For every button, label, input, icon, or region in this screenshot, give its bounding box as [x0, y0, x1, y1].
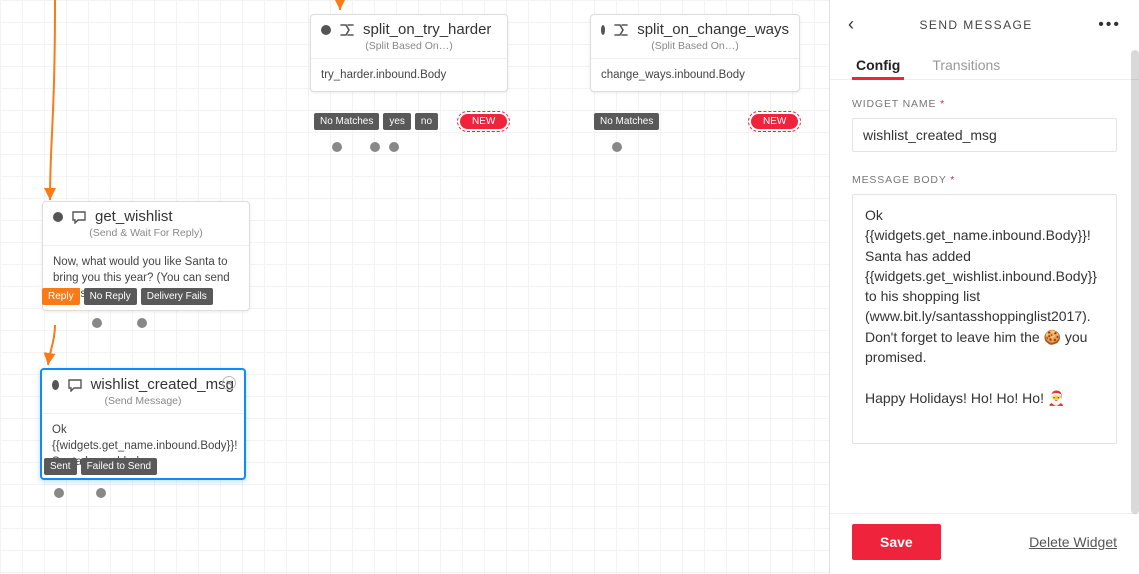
chat-icon: [67, 377, 83, 392]
node-port-dot: [321, 25, 331, 35]
chip-new[interactable]: NEW: [751, 114, 798, 129]
message-body-label: MESSAGE BODY *: [852, 174, 1117, 186]
node-title: split_on_try_harder: [363, 21, 491, 38]
port[interactable]: [137, 318, 147, 328]
node-body: try_harder.inbound.Body: [311, 58, 507, 91]
chip-no-matches[interactable]: No Matches: [594, 113, 659, 130]
port[interactable]: [96, 488, 106, 498]
chip-new[interactable]: NEW: [460, 114, 507, 129]
node-subtitle: (Send & Wait For Reply): [43, 227, 249, 245]
chip-no-matches[interactable]: No Matches: [314, 113, 379, 130]
port[interactable]: [332, 142, 342, 152]
flow-canvas[interactable]: split_on_try_harder (Split Based On…) tr…: [0, 0, 829, 574]
chip-yes[interactable]: yes: [383, 113, 411, 130]
chip-new-container[interactable]: NEW: [457, 111, 510, 132]
more-menu-icon[interactable]: •••: [1098, 16, 1121, 34]
port[interactable]: [389, 142, 399, 152]
widget-name-label-text: WIDGET NAME: [852, 98, 936, 110]
message-body-input[interactable]: Ok {{widgets.get_name.inbound.Body}}! Sa…: [852, 194, 1117, 444]
node-subtitle: (Split Based On…): [591, 40, 799, 58]
port[interactable]: [54, 488, 64, 498]
node-body: change_ways.inbound.Body: [591, 58, 799, 91]
chat-icon: [71, 209, 87, 224]
node-title: get_wishlist: [95, 208, 173, 225]
scrollbar[interactable]: [1131, 50, 1139, 514]
node-port-dot: [53, 212, 63, 222]
message-body-label-text: MESSAGE BODY: [852, 174, 947, 186]
node-title: split_on_change_ways: [637, 21, 789, 38]
branch-icon: [339, 22, 355, 37]
node-port-dot: [52, 380, 59, 390]
config-scroll-area[interactable]: WIDGET NAME * MESSAGE BODY * Ok {{widget…: [830, 80, 1139, 513]
node-title: wishlist_created_msg: [91, 376, 234, 393]
chip-new-container[interactable]: NEW: [748, 111, 801, 132]
branch-icon: [613, 22, 629, 37]
chip-failed-to-send[interactable]: Failed to Send: [81, 458, 158, 475]
port[interactable]: [370, 142, 380, 152]
widget-name-label: WIDGET NAME *: [852, 98, 1117, 110]
port[interactable]: [612, 142, 622, 152]
node-split-on-try-harder[interactable]: split_on_try_harder (Split Based On…) tr…: [310, 14, 508, 92]
back-button[interactable]: ‹: [848, 14, 854, 35]
tab-transitions[interactable]: Transitions: [928, 51, 1004, 79]
config-panel: ‹ SEND MESSAGE ••• Config Transitions WI…: [829, 0, 1139, 574]
node-subtitle: (Split Based On…): [311, 40, 507, 58]
close-icon[interactable]: ×: [222, 376, 236, 390]
chip-delivery-fails[interactable]: Delivery Fails: [141, 288, 213, 305]
chip-no-reply[interactable]: No Reply: [84, 288, 137, 305]
chip-sent[interactable]: Sent: [44, 458, 77, 475]
tab-config[interactable]: Config: [852, 51, 904, 79]
chip-reply[interactable]: Reply: [42, 288, 80, 305]
node-subtitle: (Send Message): [42, 395, 244, 413]
panel-title: SEND MESSAGE: [919, 18, 1032, 32]
chip-no[interactable]: no: [415, 113, 438, 130]
node-split-on-change-ways[interactable]: split_on_change_ways (Split Based On…) c…: [590, 14, 800, 92]
port[interactable]: [92, 318, 102, 328]
delete-widget-link[interactable]: Delete Widget: [1029, 534, 1117, 550]
widget-name-input[interactable]: [852, 118, 1117, 152]
node-port-dot: [601, 25, 605, 35]
save-button[interactable]: Save: [852, 524, 941, 560]
